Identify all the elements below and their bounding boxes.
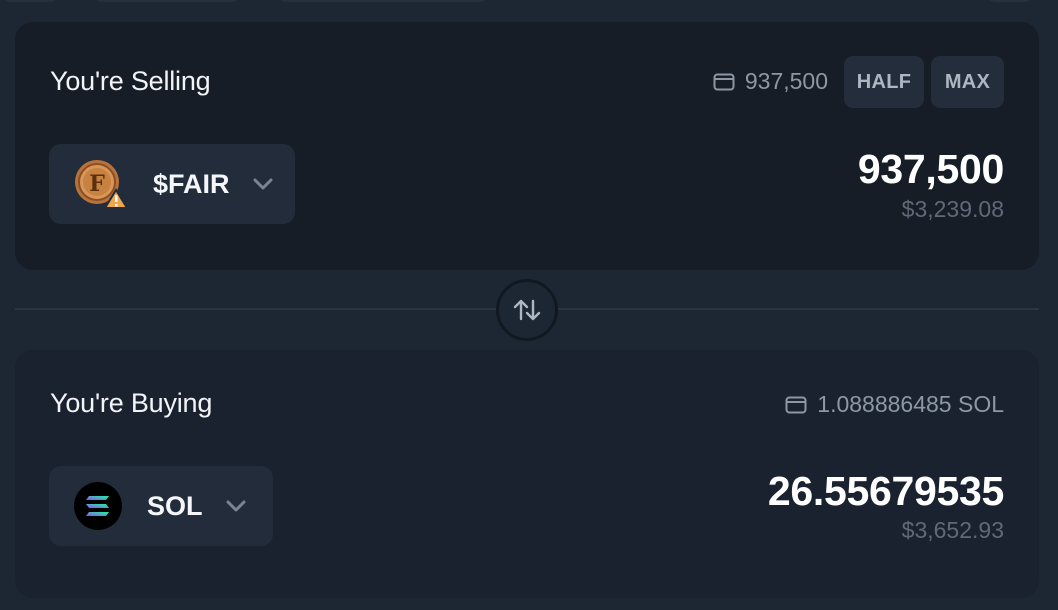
selling-amount[interactable]: 937,500: [858, 146, 1004, 193]
top-pill[interactable]: [985, 0, 1035, 2]
selling-usd-value: $3,239.08: [901, 196, 1004, 222]
wallet-icon: [785, 396, 807, 413]
swap-direction-button[interactable]: [496, 279, 558, 341]
selling-balance-value: 937,500: [744, 68, 828, 94]
buying-token-selector[interactable]: SOL: [49, 466, 273, 546]
top-pill[interactable]: [0, 0, 60, 2]
half-button[interactable]: HALF: [844, 56, 924, 108]
buying-usd-value: $3,652.93: [901, 517, 1004, 543]
top-pill[interactable]: [276, 0, 490, 2]
sol-token-icon: [74, 482, 122, 530]
selling-title: You're Selling: [50, 66, 211, 96]
wallet-icon: [713, 73, 735, 90]
buying-balance-value: 1.088886485 SOL: [817, 391, 1004, 417]
selling-token-symbol: $FAIR: [153, 168, 230, 199]
buying-balance: 1.088886485 SOL: [785, 391, 1004, 418]
svg-text:F: F: [89, 171, 105, 197]
chevron-down-icon: [253, 178, 273, 190]
fair-token-icon: F: [75, 160, 129, 209]
top-pill[interactable]: [92, 0, 242, 2]
swap-panel: You're Selling 937,500 HALF MAX F $FAIR: [0, 0, 1058, 610]
selling-token-selector[interactable]: F $FAIR: [49, 144, 295, 224]
buying-title: You're Buying: [50, 388, 213, 418]
buying-card: You're Buying 1.088886485 SOL SOL 26.556…: [15, 350, 1039, 598]
buying-amount[interactable]: 26.55679535: [768, 468, 1004, 515]
swap-arrows-icon: [513, 299, 541, 321]
max-button[interactable]: MAX: [931, 56, 1004, 108]
buying-token-symbol: SOL: [147, 490, 203, 521]
top-cutoff-strip: [0, 0, 1058, 2]
selling-card: You're Selling 937,500 HALF MAX F $FAIR: [15, 22, 1039, 270]
selling-balance: 937,500: [713, 68, 828, 95]
chevron-down-icon: [226, 500, 246, 512]
